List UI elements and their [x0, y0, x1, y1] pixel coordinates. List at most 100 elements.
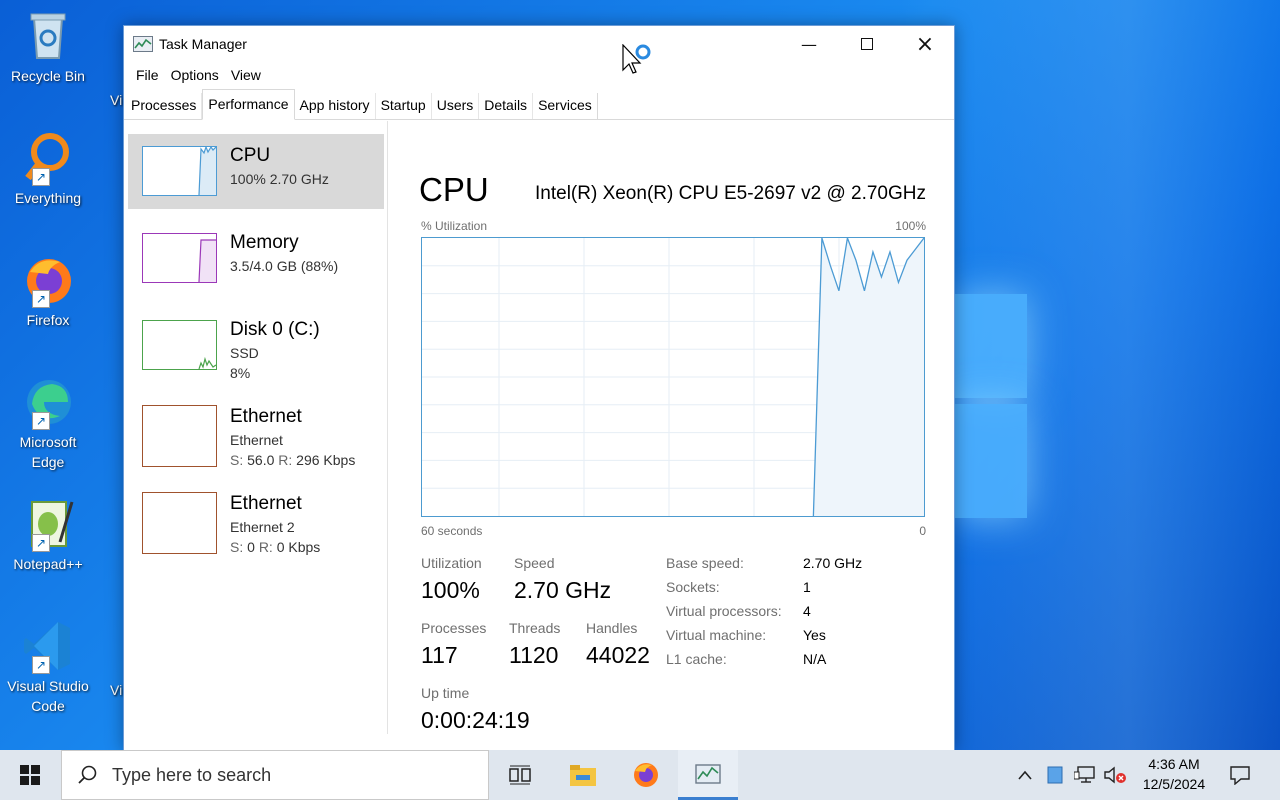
task-view-icon	[509, 765, 531, 785]
sidebar-item-ethernet[interactable]: Ethernet Ethernet S: 56.0 R: 296 Kbps	[128, 395, 384, 470]
handles-value: 44022	[586, 642, 650, 668]
send-value: 56.0	[247, 452, 275, 468]
start-button[interactable]	[0, 750, 60, 800]
taskbar: Type here to search 4:36 AM 12/5/2024	[0, 750, 1280, 800]
sidebar-item-memory[interactable]: Memory 3.5/4.0 GB (88%)	[128, 221, 384, 296]
taskbar-file-explorer[interactable]	[553, 750, 613, 800]
firefox-icon: ↗	[20, 252, 76, 308]
virtual-processors-label: Virtual processors:	[666, 603, 782, 619]
tray-app-button[interactable]	[1042, 750, 1068, 800]
close-button[interactable]: ×	[896, 26, 954, 62]
cpu-model-name: Intel(R) Xeon(R) CPU E5-2697 v2 @ 2.70GH…	[535, 183, 926, 204]
uptime-value: 0:00:24:19	[421, 707, 530, 733]
taskbar-clock[interactable]: 4:36 AM 12/5/2024	[1130, 754, 1218, 794]
graph-y-max: 100%	[895, 219, 926, 233]
desktop-icon-recycle-bin[interactable]: Recycle Bin	[4, 8, 92, 86]
sidebar-item-detail: 100% 2.70 GHz	[230, 171, 329, 187]
network-icon	[1074, 766, 1095, 783]
processes-label: Processes	[421, 620, 487, 636]
sidebar-item-detail: 3.5/4.0 GB (88%)	[230, 258, 339, 274]
task-manager-window: Task Manager — × File Options View Proce…	[123, 25, 955, 751]
sidebar-item-throughput: S: 56.0 R: 296 Kbps	[230, 452, 355, 468]
cpu-graph-svg	[422, 235, 925, 517]
windows-wallpaper-logo	[955, 282, 1030, 522]
task-view-button[interactable]	[490, 750, 550, 800]
tab-processes[interactable]: Processes	[126, 93, 203, 119]
memory-mini-graph	[142, 233, 217, 283]
receive-value: 0 Kbps	[276, 539, 321, 555]
sockets-value: 1	[803, 579, 811, 595]
cpu-usage-area	[813, 238, 924, 516]
window-title: Task Manager	[159, 36, 247, 52]
cpu-utilization-graph	[421, 235, 925, 517]
utilization-label: Utilization	[421, 555, 482, 571]
shortcut-arrow-icon: ↗	[32, 168, 50, 186]
minimize-icon: —	[801, 34, 817, 54]
shortcut-arrow-icon: ↗	[32, 412, 50, 430]
desktop-icon-vscode[interactable]: ↗ Visual Studio Code	[4, 618, 92, 716]
tab-performance[interactable]: Performance	[202, 89, 295, 120]
desktop-icon-everything[interactable]: ↗ Everything	[4, 130, 92, 208]
maximize-button[interactable]	[838, 26, 896, 62]
taskbar-firefox[interactable]	[616, 750, 676, 800]
speed-value: 2.70 GHz	[514, 577, 612, 603]
threads-value: 1120	[509, 642, 559, 668]
tray-app-icon	[1047, 766, 1063, 784]
tab-startup[interactable]: Startup	[376, 93, 432, 119]
l1-cache-label: L1 cache:	[666, 651, 727, 667]
shortcut-arrow-icon: ↗	[32, 656, 50, 674]
show-hidden-icons-button[interactable]	[1012, 750, 1038, 800]
recycle-bin-icon	[20, 8, 76, 64]
cpu-detail-pane: CPU Intel(R) Xeon(R) CPU E5-2697 v2 @ 2.…	[419, 121, 926, 750]
menu-view[interactable]: View	[225, 67, 267, 83]
sockets-label: Sockets:	[666, 579, 720, 595]
taskbar-task-manager[interactable]	[678, 750, 738, 800]
minimize-button[interactable]: —	[780, 26, 838, 62]
sidebar-item-throughput: S: 0 R: 0 Kbps	[230, 539, 320, 555]
virtual-processors-value: 4	[803, 603, 811, 619]
sidebar-item-cpu[interactable]: CPU 100% 2.70 GHz	[128, 134, 384, 209]
graph-x-min: 0	[919, 524, 926, 538]
volume-muted-icon	[1104, 766, 1126, 784]
sidebar-item-name: Ethernet	[230, 406, 302, 427]
resource-list: CPU 100% 2.70 GHz Memory 3.5/4.0 GB (88%…	[128, 134, 384, 750]
network-button[interactable]	[1072, 750, 1098, 800]
maximize-icon	[861, 38, 873, 50]
utilization-value: 100%	[421, 577, 480, 603]
sidebar-divider[interactable]	[387, 121, 388, 734]
tab-app-history[interactable]: App history	[295, 93, 376, 119]
desktop-icon-edge[interactable]: ↗ Microsoft Edge	[4, 374, 92, 472]
sidebar-item-disk[interactable]: Disk 0 (C:) SSD 8%	[128, 308, 384, 383]
desktop-icon-label: Notepad++	[13, 556, 83, 572]
handles-label: Handles	[586, 620, 638, 636]
desktop-icon-notepadpp[interactable]: ↗ Notepad++	[4, 496, 92, 574]
vscode-icon: ↗	[20, 618, 76, 674]
menu-options[interactable]: Options	[165, 67, 225, 83]
mouse-cursor-busy-icon	[622, 43, 656, 82]
notifications-button[interactable]	[1222, 750, 1258, 800]
cpu-mini-graph	[142, 145, 217, 196]
tab-details[interactable]: Details	[479, 93, 534, 119]
taskbar-search-box[interactable]: Type here to search	[61, 750, 489, 800]
send-label: S:	[230, 452, 244, 468]
title-bar[interactable]: Task Manager — ×	[124, 26, 954, 62]
notification-icon	[1230, 766, 1250, 785]
tab-services[interactable]: Services	[533, 93, 598, 119]
send-label: S:	[230, 539, 244, 555]
file-explorer-icon	[570, 765, 596, 786]
receive-label: R:	[278, 452, 293, 468]
notepadpp-icon: ↗	[20, 496, 76, 552]
clock-date: 12/5/2024	[1142, 776, 1206, 792]
desktop-icon-firefox[interactable]: ↗ Firefox	[4, 252, 92, 330]
desktop-icon-label: Microsoft Edge	[19, 434, 77, 470]
desktop-icon-label: Visual Studio Code	[7, 678, 89, 714]
performance-panel: CPU 100% 2.70 GHz Memory 3.5/4.0 GB (88%…	[124, 121, 954, 750]
sidebar-item-ethernet-2[interactable]: Ethernet Ethernet 2 S: 0 R: 0 Kbps	[128, 482, 384, 557]
everything-search-icon: ↗	[20, 130, 76, 186]
menu-file[interactable]: File	[130, 67, 165, 83]
base-speed-value: 2.70 GHz	[803, 555, 863, 571]
l1-cache-value: N/A	[803, 651, 827, 667]
volume-button[interactable]	[1102, 750, 1128, 800]
tab-strip: Processes Performance App history Startu…	[124, 88, 954, 120]
tab-users[interactable]: Users	[432, 93, 480, 119]
